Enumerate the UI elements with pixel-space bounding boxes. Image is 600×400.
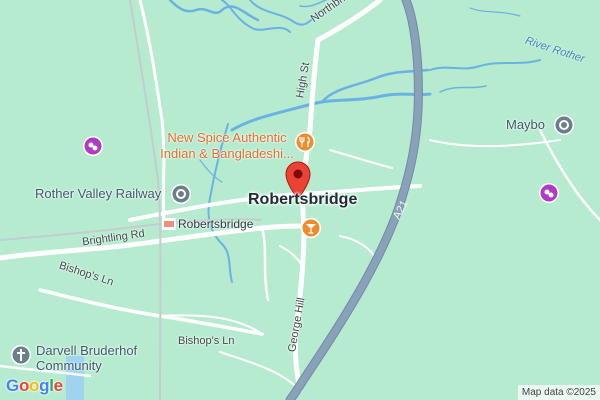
place-label-maybo[interactable]: Maybo <box>506 117 545 132</box>
google-logo[interactable]: Google <box>6 376 63 396</box>
cocktail-icon[interactable] <box>300 217 322 239</box>
map-canvas[interactable]: Northbridge St High St Brightling Rd Bis… <box>0 0 600 400</box>
cross-icon[interactable] <box>10 344 32 366</box>
town-label-robertsbridge[interactable]: Robertsbridge <box>248 191 357 209</box>
google-logo-letter: o <box>18 376 30 395</box>
restaurant-label[interactable]: New Spice Authentic Indian & Bangladeshi… <box>160 130 294 162</box>
google-logo-letter: e <box>53 376 63 395</box>
restaurant-label-line1: New Spice Authentic <box>167 130 287 145</box>
attraction-pin-icon[interactable] <box>82 135 104 157</box>
google-logo-letter: o <box>29 376 40 395</box>
darvell-line1: Darvell Bruderhof <box>36 343 138 358</box>
place-label-darvell[interactable]: Darvell Bruderhof Community <box>36 343 137 373</box>
map-data-credit[interactable]: Map data ©2025 <box>517 385 600 400</box>
street-label-bishops-2: Bishop's Ln <box>178 335 235 347</box>
google-logo-letter: g <box>39 376 50 395</box>
train-station-icon[interactable] <box>162 218 176 230</box>
camera-lens-icon[interactable] <box>170 183 192 205</box>
google-logo-letter: G <box>6 376 19 395</box>
place-label-rother-valley-railway[interactable]: Rother Valley Railway <box>35 186 161 201</box>
camera-lens-icon[interactable] <box>553 114 575 136</box>
restaurant-label-line2: Indian & Bangladeshi... <box>160 146 294 161</box>
darvell-line2: Community <box>36 358 102 373</box>
attraction-pin-icon[interactable] <box>538 182 560 204</box>
fork-knife-icon[interactable] <box>294 131 316 153</box>
station-label-robertsbridge[interactable]: Robertsbridge <box>178 217 253 231</box>
